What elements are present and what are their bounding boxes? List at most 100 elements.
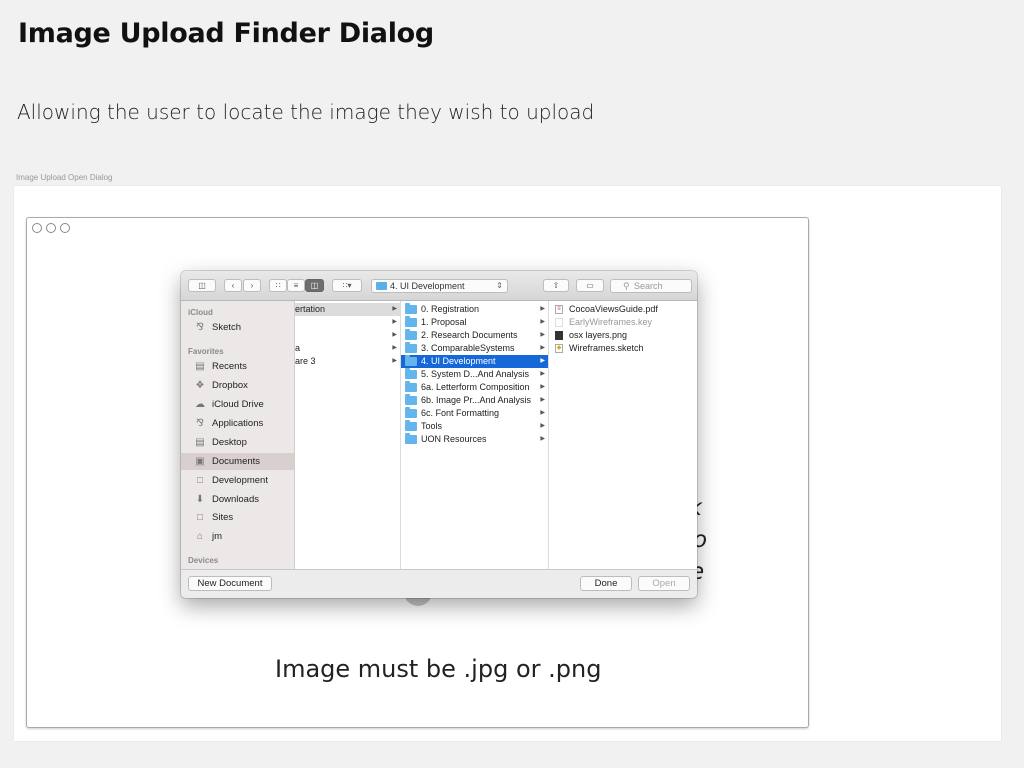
sidebar-item-label: iCloud Drive <box>212 399 264 410</box>
sidebar-item-recents[interactable]: ▤ Recents <box>181 358 294 375</box>
sidebar-item-sites[interactable]: □ Sites <box>181 509 294 526</box>
list-item[interactable]: 2. Research Documents ▶ <box>401 329 548 342</box>
list-item[interactable]: ▶ <box>295 329 400 342</box>
list-item[interactable]: a ▶ <box>295 342 400 355</box>
folder-icon <box>405 394 417 405</box>
column-parent: ertation ▶ ▶ ▶ a ▶ are 3 ▶ <box>295 301 401 569</box>
window-close-icon[interactable] <box>32 223 42 233</box>
chevron-right-icon: ▶ <box>392 306 397 312</box>
sidebar-item-applications[interactable]: ⅋ Applications <box>181 415 294 432</box>
location-popup[interactable]: 4. UI Development ⇕ <box>371 279 508 293</box>
list-item-label: osx layers.png <box>569 330 628 340</box>
open-button[interactable]: Open <box>638 576 690 591</box>
list-view-button[interactable]: ≡ <box>287 279 305 292</box>
dialog-toolbar: ◫ ‹ › ∷ ≡ ◫ ∷▾ 4. UI Development ⇕ ⇧ ▭ ⚲… <box>181 271 697 301</box>
chevron-right-icon: ▶ <box>540 410 545 416</box>
folder-icon <box>405 420 417 431</box>
list-item-label: Wireframes.sketch <box>569 343 644 353</box>
chevron-right-icon: ▶ <box>540 306 545 312</box>
dialog-sidebar: iCloud ⅋ Sketch Favorites ▤ Recents ❖ Dropb… <box>181 301 295 569</box>
keynote-file-icon <box>555 318 563 327</box>
sidebar-item-jm[interactable]: ⌂ jm <box>181 528 294 545</box>
list-item[interactable]: EarlyWireframes.key <box>549 316 697 329</box>
search-field[interactable]: ⚲ Search <box>610 279 692 293</box>
list-item[interactable]: 3. ComparableSystems ▶ <box>401 342 548 355</box>
tag-button[interactable]: ▭ <box>576 279 604 292</box>
chevron-left-icon: ‹ <box>231 281 235 290</box>
search-icon: ⚲ <box>623 281 630 291</box>
sidebar-item-label: Applications <box>212 418 264 429</box>
chevron-right-icon: › <box>250 281 254 290</box>
icon-view-button[interactable]: ∷ <box>269 279 287 292</box>
sidebar-item-documents[interactable]: ▣ Documents <box>181 453 294 470</box>
chevron-right-icon: ▶ <box>392 332 397 338</box>
list-item-label: 6c. Font Formatting <box>421 408 500 418</box>
applications-icon: ⅋ <box>196 418 204 429</box>
list-item[interactable]: UON Resources ▶ <box>401 433 548 446</box>
sidebar-item-dropbox[interactable]: ❖ Dropbox <box>181 377 294 394</box>
sidebar-item-label: Desktop <box>212 437 247 448</box>
sidebar-item-downloads[interactable]: ⬇ Downloads <box>181 491 294 508</box>
share-button[interactable]: ⇧ <box>543 279 569 292</box>
list-item[interactable]: 6a. Letterform Composition ▶ <box>401 381 548 394</box>
list-item[interactable]: 0. Registration ▶ <box>401 303 548 316</box>
sidebar-toggle-button[interactable]: ◫ <box>188 279 216 292</box>
sidebar-item-label: Documents <box>212 456 261 467</box>
sidebar-item-label: Development <box>212 475 268 486</box>
chevron-right-icon: ▶ <box>540 319 545 325</box>
search-placeholder: Search <box>634 281 663 291</box>
forward-button[interactable]: › <box>243 279 261 292</box>
list-item[interactable]: 4. UI Development ▶ <box>401 355 548 368</box>
grid-icon: ∷ <box>275 281 281 290</box>
list-item[interactable]: ◆ Wireframes.sketch <box>549 342 697 355</box>
window-minimize-icon[interactable] <box>46 223 56 233</box>
chevron-right-icon: ▶ <box>540 332 545 338</box>
list-item-label: 6a. Letterform Composition <box>421 382 530 392</box>
list-item[interactable]: are 3 ▶ <box>295 355 400 368</box>
arrange-button[interactable]: ∷▾ <box>332 279 362 292</box>
folder-icon <box>405 407 417 418</box>
chevron-right-icon: ▶ <box>540 345 545 351</box>
documents-icon: ▣ <box>195 456 205 467</box>
new-document-button[interactable]: New Document <box>188 576 272 591</box>
list-item-label: 6b. Image Pr...And Analysis <box>421 395 532 405</box>
app-icon: ⅋ <box>196 322 204 333</box>
sidebar-item-desktop[interactable]: ▤ Desktop <box>181 434 294 451</box>
list-item[interactable]: Tools ▶ <box>401 420 548 433</box>
sidebar-item-sketch[interactable]: ⅋ Sketch <box>181 319 294 336</box>
folder-icon <box>376 282 387 290</box>
list-item[interactable]: osx layers.png <box>549 329 697 342</box>
sidebar-item-development[interactable]: □ Development <box>181 472 294 489</box>
back-button[interactable]: ‹ <box>224 279 242 292</box>
list-item[interactable]: ≡ CocoaViewsGuide.pdf <box>549 303 697 316</box>
chevron-right-icon: ▶ <box>540 436 545 442</box>
sidebar-heading: Devices <box>188 556 219 565</box>
folder-icon <box>405 433 417 444</box>
tag-icon: ▭ <box>586 281 594 290</box>
list-item-label: are 3 <box>295 356 316 366</box>
sidebar-item-icloud-drive[interactable]: ☁ iCloud Drive <box>181 396 294 413</box>
folder-icon <box>405 381 417 392</box>
sidebar-toggle-icon: ◫ <box>198 281 206 290</box>
folder-icon <box>405 329 417 340</box>
chevron-right-icon: ▶ <box>540 371 545 377</box>
sidebar-heading: Favorites <box>188 347 224 356</box>
list-item-label: 2. Research Documents <box>421 330 518 340</box>
list-item-label: 4. UI Development <box>421 356 496 366</box>
sidebar-item-label: Sites <box>212 512 234 523</box>
list-item[interactable]: 5. System D...And Analysis ▶ <box>401 368 548 381</box>
column-view-button[interactable]: ◫ <box>305 279 324 292</box>
sidebar-item-label: Recents <box>212 361 247 372</box>
folder-icon <box>405 303 417 314</box>
list-item[interactable]: 6b. Image Pr...And Analysis ▶ <box>401 394 548 407</box>
list-item[interactable]: ▶ <box>295 316 400 329</box>
done-button[interactable]: Done <box>580 576 632 591</box>
recents-icon: ▤ <box>195 361 205 372</box>
dropbox-icon: ❖ <box>195 380 205 391</box>
list-item[interactable]: ertation ▶ <box>295 303 400 316</box>
sketch-file-icon: ◆ <box>555 344 563 353</box>
list-item[interactable]: 6c. Font Formatting ▶ <box>401 407 548 420</box>
window-zoom-icon[interactable] <box>60 223 70 233</box>
list-item[interactable]: 1. Proposal ▶ <box>401 316 548 329</box>
page-description: Allowing the user to locate the image th… <box>17 100 595 124</box>
